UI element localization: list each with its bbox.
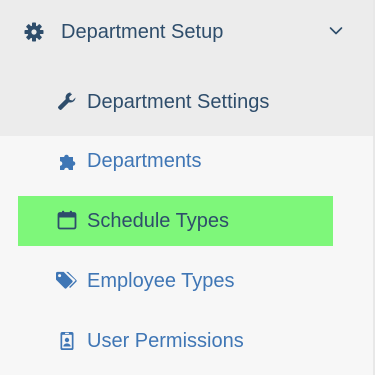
menu-item-employee-types[interactable]: Employee Types xyxy=(0,256,373,306)
menu-item-user-permissions[interactable]: User Permissions xyxy=(0,316,373,366)
department-setup-toggle[interactable]: Department Setup xyxy=(0,0,373,66)
menu-item-schedule-types[interactable]: Schedule Types xyxy=(18,196,333,246)
menu-item-department-settings[interactable]: Department Settings xyxy=(0,66,373,136)
menu-item-label: Employee Types xyxy=(87,270,235,292)
wrench-icon xyxy=(58,92,76,110)
menu-item-label: Schedule Types xyxy=(87,210,229,232)
puzzle-icon xyxy=(60,154,76,170)
menu-item-departments[interactable]: Departments xyxy=(0,136,373,186)
chevron-down-icon xyxy=(329,27,343,35)
section-title: Department Setup xyxy=(61,21,224,43)
sidebar-menu: Department Setup Department Settings Dep… xyxy=(0,0,375,375)
id-badge-icon xyxy=(60,332,74,350)
menu-item-label: User Permissions xyxy=(87,330,244,352)
menu-item-label: Department Settings xyxy=(87,91,270,113)
menu-item-label: Departments xyxy=(87,150,202,172)
gear-icon xyxy=(24,22,44,42)
calendar-icon xyxy=(57,210,77,230)
tags-icon xyxy=(56,271,77,289)
